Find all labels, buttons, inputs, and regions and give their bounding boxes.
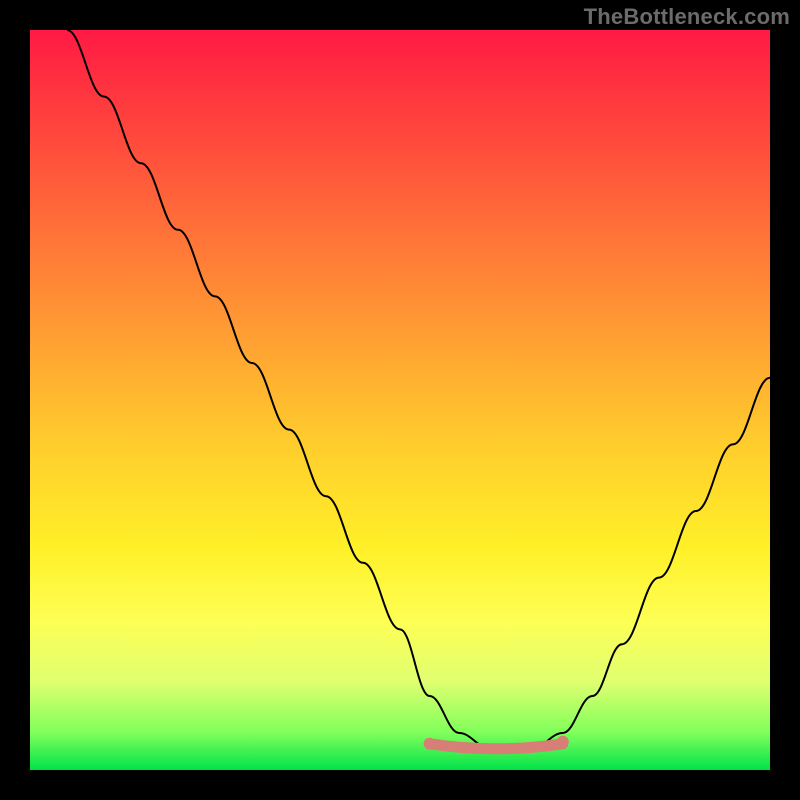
curve-trough-accent	[430, 744, 563, 749]
trough-dot-left	[424, 738, 436, 750]
bottleneck-curve	[30, 30, 770, 770]
watermark-label: TheBottleneck.com	[584, 4, 790, 30]
curve-line	[67, 30, 770, 748]
chart-plot-area	[30, 30, 770, 770]
trough-dot-right	[557, 736, 569, 748]
chart-frame: TheBottleneck.com	[0, 0, 800, 800]
